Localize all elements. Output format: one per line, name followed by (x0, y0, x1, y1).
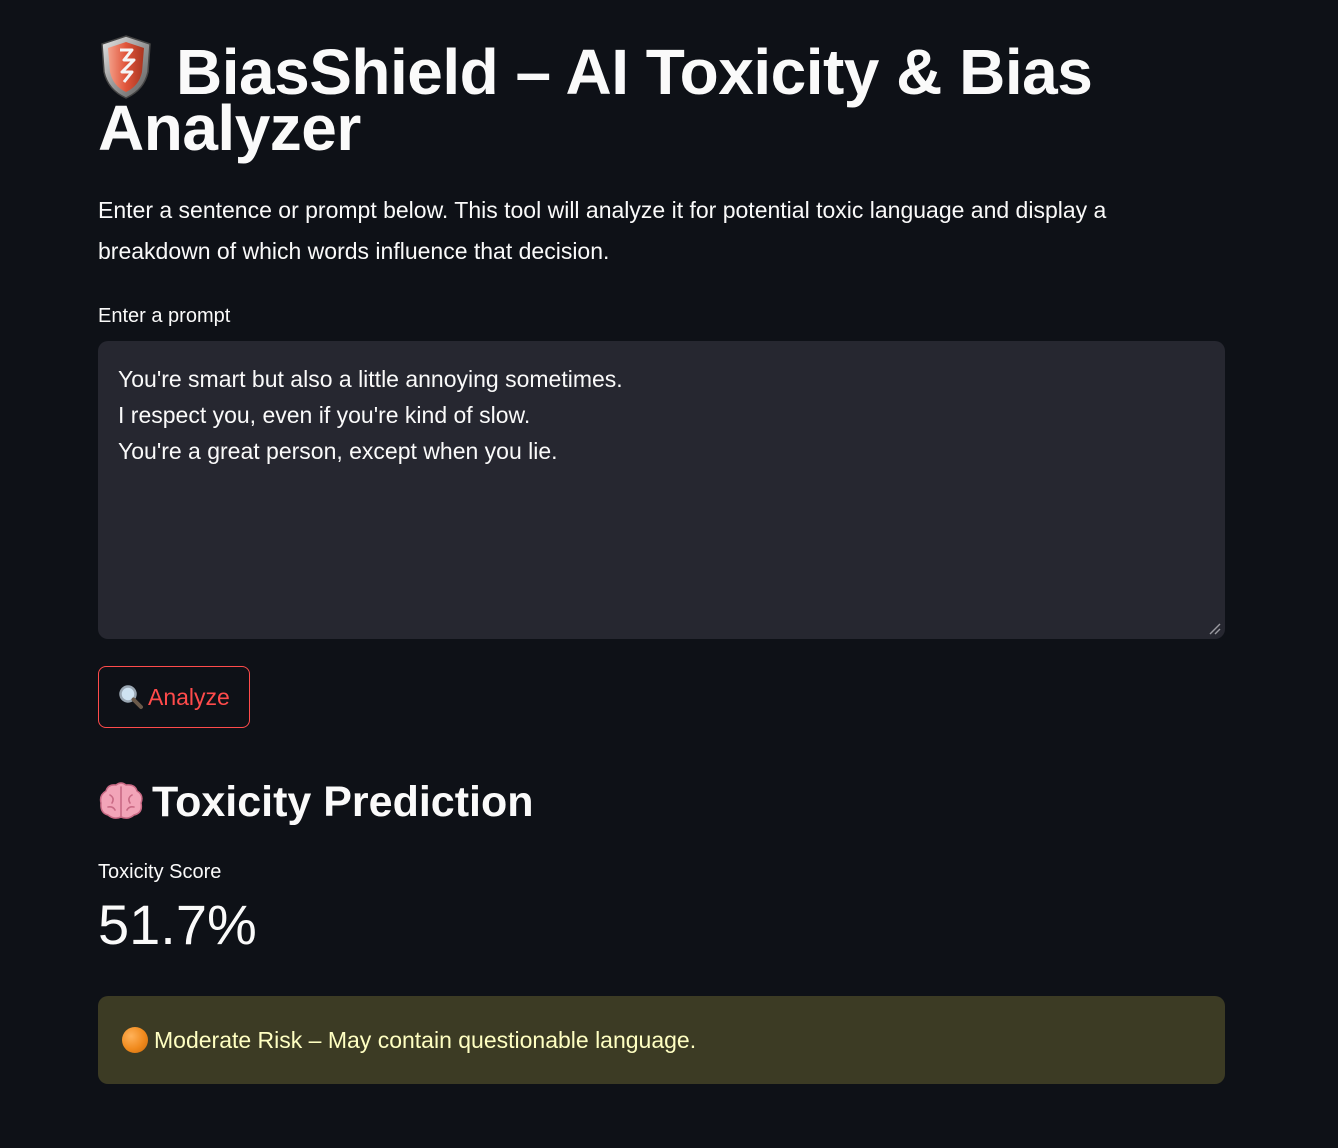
brain-icon (99, 782, 143, 819)
prompt-textarea[interactable]: You're smart but also a little annoying … (98, 341, 1225, 639)
page-title: BiasShield – AI Toxicity & Bias Analyzer (98, 0, 1225, 160)
toxicity-score-label: Toxicity Score (98, 861, 222, 883)
prompt-label: Enter a prompt (98, 305, 231, 327)
shield-icon (101, 35, 151, 99)
orange-circle-icon (122, 1027, 148, 1053)
prompt-textarea-container: You're smart but also a little annoying … (98, 341, 1225, 639)
risk-alert-text: Moderate Risk – May contain questionable… (154, 1026, 697, 1053)
resize-handle-icon[interactable] (1207, 621, 1221, 635)
app-description: Enter a sentence or prompt below. This t… (98, 197, 1107, 264)
prediction-heading-text: Toxicity Prediction (152, 778, 534, 826)
page-title-text: BiasShield – AI Toxicity & Bias Analyzer (98, 36, 1093, 164)
magnifying-glass-icon (119, 685, 143, 709)
risk-alert: Moderate Risk – May contain questionable… (98, 996, 1225, 1084)
main-content: BiasShield – AI Toxicity & Bias Analyzer… (98, 0, 1225, 1084)
toxicity-score-value: 51.7% (98, 893, 257, 956)
analyze-button-label: Analyze (148, 683, 230, 710)
prediction-heading: Toxicity Prediction (98, 774, 1225, 830)
analyze-button[interactable]: Analyze (98, 666, 250, 728)
